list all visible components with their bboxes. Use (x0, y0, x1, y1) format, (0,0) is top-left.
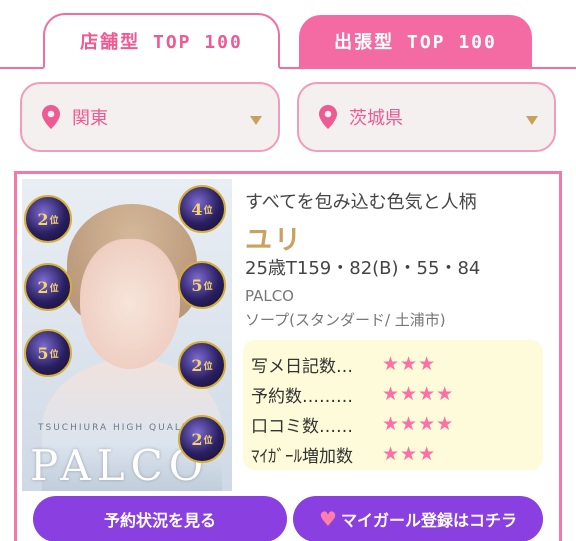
rating-row: ﾏｲｶﾞｰﾙ増加数 ★★★ (251, 439, 543, 469)
region-value: 関東 (72, 108, 108, 129)
mygirl-register-button[interactable]: ♥ マイガール登録はコチラ (293, 496, 543, 541)
rating-row: 予約数……… ★★★★ (251, 379, 543, 409)
tab-delivery-label: 出張型 TOP 100 (334, 32, 497, 53)
tab-delivery-top100[interactable]: 出張型 TOP 100 (299, 15, 532, 67)
photo-tagline: TSUCHIURA HIGH QUALITY (38, 423, 202, 433)
award-badge: 5位 (178, 261, 226, 309)
reservation-status-label: 予約状況を見る (103, 511, 216, 530)
star-rating-icon: ★★★★ (382, 383, 455, 405)
tab-shop-label: 店舗型 TOP 100 (80, 32, 243, 53)
reservation-status-button[interactable]: 予約状況を見る (33, 496, 287, 541)
girl-name[interactable]: ユリ (245, 218, 303, 257)
rating-label: 写メ日記数… (251, 356, 353, 377)
rating-label: 予約数……… (251, 386, 353, 407)
award-badge: 2位 (24, 263, 72, 311)
award-badge: 4位 (178, 185, 226, 233)
star-rating-icon: ★★★ (382, 353, 437, 375)
award-badge: 2位 (178, 415, 226, 463)
star-rating-icon: ★★★ (382, 443, 437, 465)
location-pin-icon (319, 105, 337, 129)
tab-shop-top100[interactable]: 店舗型 TOP 100 (43, 13, 280, 69)
photo-face (80, 239, 180, 369)
award-badge: 2位 (24, 195, 72, 243)
rating-label: 口コミ数…… (251, 416, 353, 437)
catchphrase: すべてを包み込む色気と人柄 (245, 192, 477, 213)
chevron-down-icon (526, 116, 538, 125)
rating-row: 写メ日記数… ★★★ (251, 349, 543, 379)
profile-photo[interactable]: TSUCHIURA HIGH QUALITY PALCO 2位 2位 5位 4位… (22, 179, 232, 491)
heart-icon: ♥ (319, 507, 337, 531)
star-rating-icon: ★★★★ (382, 413, 455, 435)
rating-box: 写メ日記数… ★★★ 予約数……… ★★★★ 口コミ数…… ★★★★ ﾏｲｶﾞｰ… (243, 340, 543, 470)
profile-stats: 25歳T159・82(B)・55・84 (245, 258, 481, 279)
shop-genre: ソープ(スタンダード/ 土浦市) (245, 311, 446, 329)
mygirl-register-label: マイガール登録はコチラ (340, 511, 517, 530)
rating-row: 口コミ数…… ★★★★ (251, 409, 543, 439)
girl-profile-card[interactable]: TSUCHIURA HIGH QUALITY PALCO 2位 2位 5位 4位… (14, 171, 562, 541)
award-badge: 5位 (24, 329, 72, 377)
prefecture-select[interactable]: 茨城県 (297, 82, 556, 152)
prefecture-value: 茨城県 (349, 108, 403, 129)
chevron-down-icon (250, 116, 262, 125)
rating-label: ﾏｲｶﾞｰﾙ増加数 (251, 446, 353, 467)
shop-name[interactable]: PALCO (245, 287, 294, 305)
award-badge: 2位 (178, 341, 226, 389)
region-select[interactable]: 関東 (20, 82, 280, 152)
location-pin-icon (42, 105, 60, 129)
